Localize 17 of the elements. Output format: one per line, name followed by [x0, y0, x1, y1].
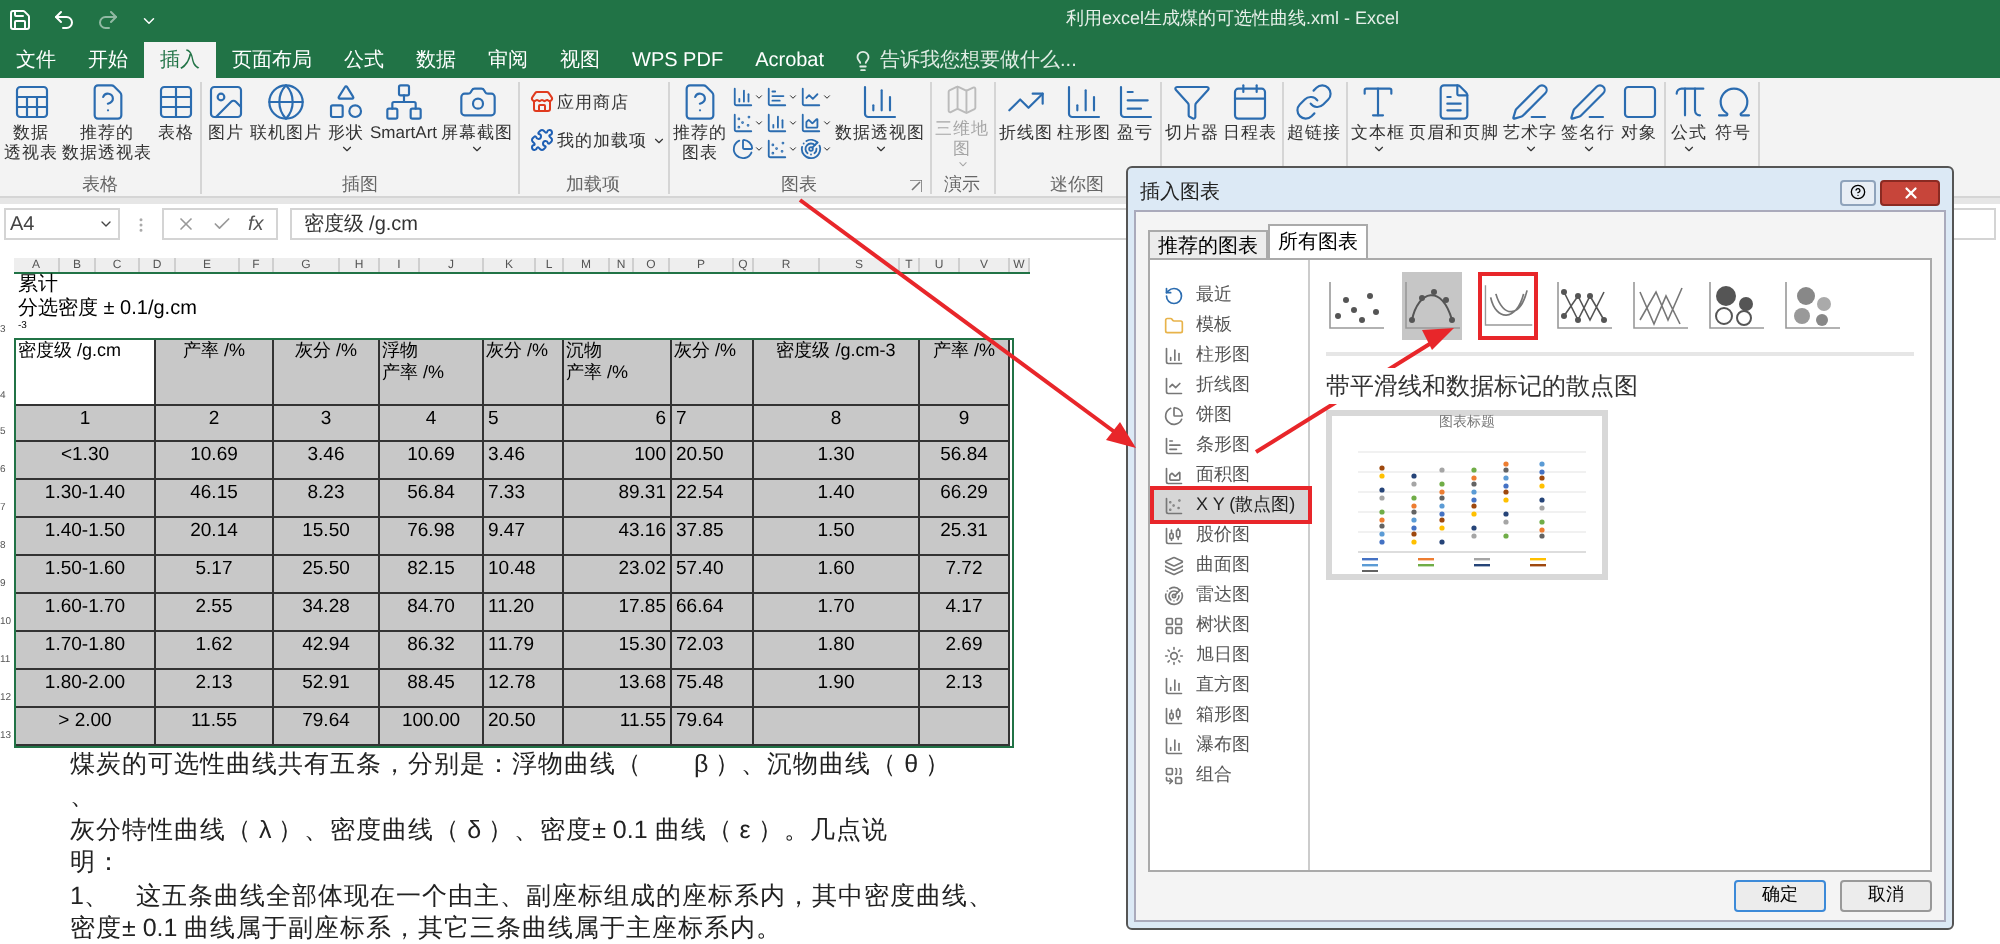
note-text: 分选密度 ± 0.1/g.cm — [18, 298, 197, 321]
group-label: 迷你图 — [1050, 173, 1105, 193]
group-label: 表格 — [82, 173, 118, 193]
group-label: 加载项 — [566, 173, 621, 193]
paragraph-line: 煤炭的可选性曲线共有五条，分别是：浮物曲线（ β ）、沉物曲线（ θ ） — [70, 748, 954, 781]
paragraph-line: 1、 这五条曲线全部体现在一个由主、副座标组成的座标系内，其中密度曲线、 — [70, 879, 996, 913]
dialog-title: 插入图表 — [1140, 179, 1220, 207]
group-label: 演示 — [944, 173, 981, 193]
group-label: 插图 — [341, 173, 378, 193]
paragraph-line: 密度± 0.1 曲线属于副座标系，其它三条曲线属于主座标系内。 — [70, 912, 785, 944]
window-title: 利用excel生成煤的可选性曲线.xml - Excel — [1066, 6, 1400, 33]
note-text: 累计 — [18, 274, 60, 297]
paragraph-line: 、 — [70, 780, 98, 814]
paragraph-line: 明： — [70, 846, 124, 880]
group-label: 图表 — [781, 173, 818, 193]
subtype-title: 带平滑线和数据标记的散点图 — [1326, 368, 1638, 404]
paragraph-line: 灰分特性曲线（ λ ）、密度曲线（ δ ）、密度± 0.1 曲线（ ε ）。几点说 — [70, 813, 890, 847]
